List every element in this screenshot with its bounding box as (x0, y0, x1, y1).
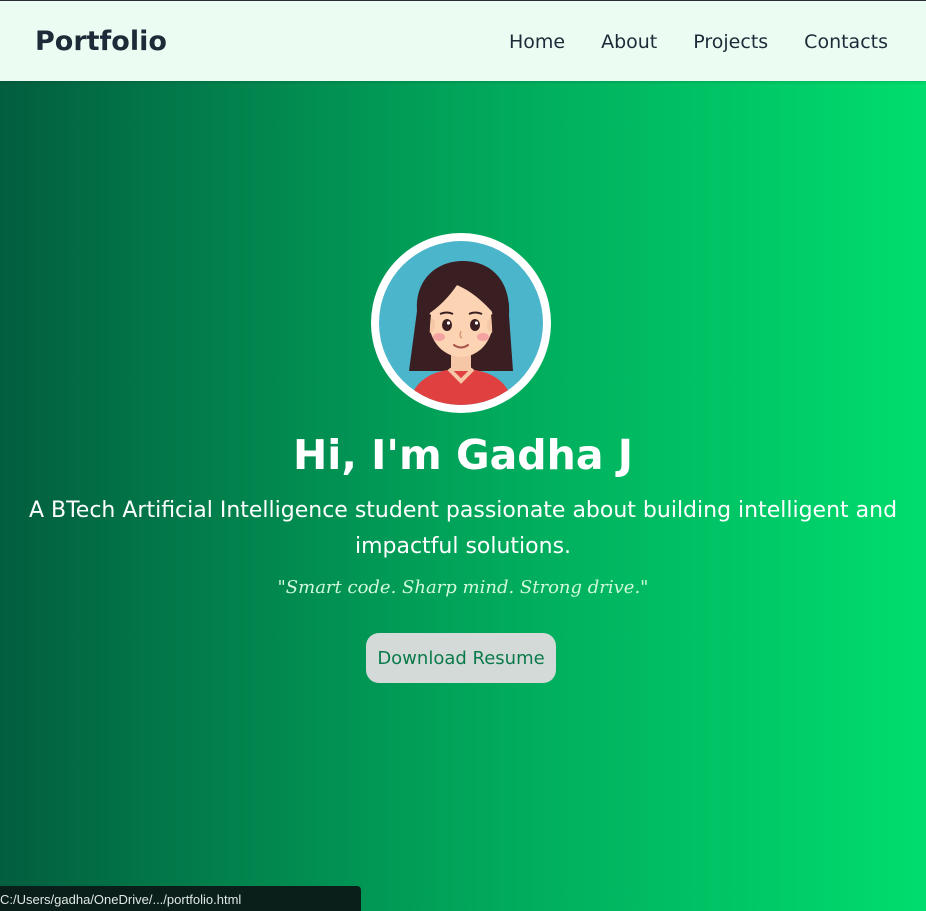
nav-link-projects[interactable]: Projects (693, 29, 768, 53)
brand-logo[interactable]: Portfolio (35, 1, 167, 81)
avatar (371, 233, 551, 413)
status-bar-url: C:/Users/gadha/OneDrive/.../portfolio.ht… (0, 886, 361, 911)
download-resume-button[interactable]: Download Resume (366, 633, 556, 683)
hero-section: Hi, I'm Gadha J A BTech Artificial Intel… (0, 81, 926, 911)
hero-subtitle: A BTech Artificial Intelligence student … (28, 498, 898, 559)
nav-link-contacts[interactable]: Contacts (804, 29, 888, 53)
hero-quote: "Smart code. Sharp mind. Strong drive." (277, 577, 649, 598)
nav-link-home[interactable]: Home (509, 29, 565, 53)
nav-link-about[interactable]: About (601, 29, 657, 53)
nav-links: Home About Projects Contacts (509, 1, 888, 81)
girl-avatar-icon (379, 241, 543, 405)
navbar: Portfolio Home About Projects Contacts (0, 1, 926, 81)
hero-title: Hi, I'm Gadha J (292, 431, 634, 479)
